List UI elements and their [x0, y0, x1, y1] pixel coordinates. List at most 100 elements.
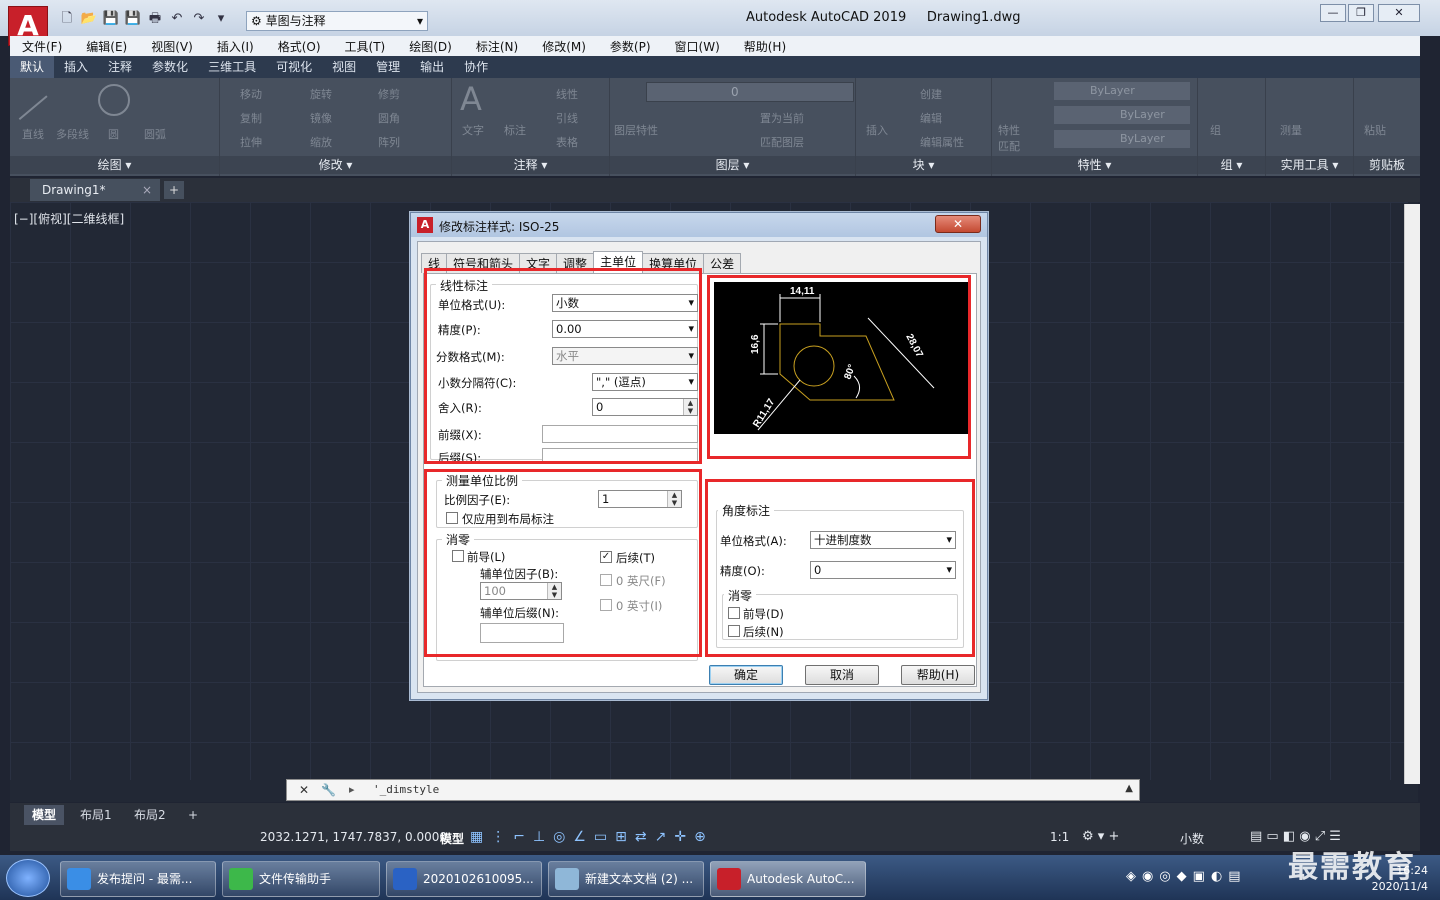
tool-insert[interactable]: 插入: [866, 122, 888, 138]
panel-label-properties[interactable]: 特性 ▾: [992, 156, 1197, 174]
tool-stretch[interactable]: 拉伸: [240, 134, 262, 150]
new-tab-button[interactable]: +: [164, 181, 184, 199]
ribbon-tab[interactable]: 三维工具: [198, 56, 266, 78]
panel-label-block[interactable]: 块 ▾: [856, 156, 991, 174]
panel-label-clipboard[interactable]: 剪贴板: [1354, 156, 1420, 174]
panel-label-modify[interactable]: 修改 ▾: [220, 156, 451, 174]
ribbon-tab[interactable]: 输出: [410, 56, 454, 78]
undo-icon[interactable]: ↶: [168, 10, 186, 28]
tool-text[interactable]: 文字: [462, 122, 484, 138]
dialog-close-button[interactable]: ✕: [935, 215, 981, 233]
minimize-button[interactable]: —: [1320, 4, 1346, 22]
open-icon[interactable]: 📂: [80, 10, 98, 28]
ribbon-tab[interactable]: 视图: [322, 56, 366, 78]
tab-model[interactable]: 模型: [24, 805, 65, 825]
linetype-select[interactable]: ByLayer: [1054, 106, 1190, 124]
chevron-up-icon[interactable]: ▲: [1125, 783, 1133, 794]
menu-item[interactable]: 标注(N): [464, 38, 530, 55]
tool-leader[interactable]: 引线: [556, 110, 578, 126]
close-icon[interactable]: ×: [142, 179, 152, 201]
close-button[interactable]: ✕: [1378, 4, 1420, 22]
ok-button[interactable]: 确定: [709, 665, 783, 685]
tool-create[interactable]: 创建: [920, 86, 942, 102]
new-icon[interactable]: 🗋: [58, 10, 76, 28]
tool-rotate[interactable]: 旋转: [310, 86, 332, 102]
chevron-down-icon[interactable]: ▾: [212, 10, 230, 28]
annotation-scale[interactable]: 1:1: [1050, 830, 1069, 844]
start-button[interactable]: [6, 859, 50, 897]
model-space-toggle[interactable]: 模型: [440, 830, 464, 847]
add-layout-button[interactable]: +: [180, 805, 206, 825]
tool-match-properties[interactable]: 特性匹配: [998, 122, 1022, 154]
menu-item[interactable]: 帮助(H): [732, 38, 798, 55]
ribbon-tab[interactable]: 参数化: [142, 56, 198, 78]
tool-layer-properties[interactable]: 图层特性: [614, 122, 658, 138]
tool-mirror[interactable]: 镜像: [310, 110, 332, 126]
panel-label-layers[interactable]: 图层 ▾: [610, 156, 855, 174]
wrench-icon[interactable]: 🔧: [321, 783, 336, 797]
panel-label-utilities[interactable]: 实用工具 ▾: [1266, 156, 1353, 174]
ribbon-tab[interactable]: 协作: [454, 56, 498, 78]
tool-arc[interactable]: 圆弧: [144, 126, 166, 142]
cancel-button[interactable]: 取消: [805, 665, 879, 685]
ribbon-tab[interactable]: 插入: [54, 56, 98, 78]
taskbar-item-notepad[interactable]: 新建文本文档 (2) ...: [548, 861, 704, 897]
ribbon-tab[interactable]: 管理: [366, 56, 410, 78]
tool-set-current[interactable]: 置为当前: [760, 110, 804, 126]
panel-label-annotation[interactable]: 注释 ▾: [452, 156, 609, 174]
tool-trim[interactable]: 修剪: [378, 86, 400, 102]
tool-group[interactable]: 组: [1210, 122, 1221, 138]
menu-item[interactable]: 窗口(W): [663, 38, 732, 55]
tool-match-layer[interactable]: 匹配图层: [760, 134, 804, 150]
system-tray-icons[interactable]: ◈◉◎◆▣◐▤: [1126, 869, 1247, 884]
tool-line[interactable]: 直线: [22, 126, 44, 142]
close-icon[interactable]: ✕: [299, 783, 309, 797]
plot-icon[interactable]: 🖶: [146, 10, 164, 28]
coordinates-readout[interactable]: 2032.1271, 1747.7837, 0.0000: [260, 830, 447, 844]
redo-icon[interactable]: ↷: [190, 10, 208, 28]
status-toggles[interactable]: ▦⋮⌐⊥◎∠▭⊞⇄↗✛⊕: [470, 829, 714, 845]
menu-item[interactable]: 修改(M): [530, 38, 598, 55]
menu-item[interactable]: 格式(O): [266, 38, 333, 55]
tool-polyline[interactable]: 多段线: [56, 126, 89, 142]
panel-label-draw[interactable]: 绘图 ▾: [10, 156, 219, 174]
tool-array[interactable]: 阵列: [378, 134, 400, 150]
vertical-scrollbar[interactable]: [1404, 204, 1420, 784]
gear-icon[interactable]: ⚙ ▾ +: [1082, 829, 1119, 844]
taskbar-item-word[interactable]: 2020102610095...: [386, 861, 542, 897]
ribbon-tab[interactable]: 注释: [98, 56, 142, 78]
tool-copy[interactable]: 复制: [240, 110, 262, 126]
menu-item[interactable]: 参数(P): [598, 38, 663, 55]
taskbar-item-browser[interactable]: 发布提问 - 最需...: [60, 861, 216, 897]
tool-scale[interactable]: 缩放: [310, 134, 332, 150]
maximize-button[interactable]: ❐: [1348, 4, 1374, 22]
menu-item[interactable]: 工具(T): [333, 38, 398, 55]
help-button[interactable]: 帮助(H): [901, 665, 975, 685]
tool-table[interactable]: 表格: [556, 134, 578, 150]
tool-measure[interactable]: 测量: [1280, 122, 1302, 138]
doc-tab-drawing1[interactable]: Drawing1* ×: [30, 179, 160, 201]
tab-layout1[interactable]: 布局1: [72, 805, 120, 825]
menu-item[interactable]: 编辑(E): [74, 38, 139, 55]
ribbon-tab[interactable]: 可视化: [266, 56, 322, 78]
menu-item[interactable]: 插入(I): [205, 38, 266, 55]
tool-paste[interactable]: 粘贴: [1364, 122, 1386, 138]
tool-linear[interactable]: 线性: [556, 86, 578, 102]
tool-circle[interactable]: 圆: [108, 126, 119, 142]
viewport-controls[interactable]: [−][俯视][二维线框]: [14, 210, 124, 227]
color-select[interactable]: ByLayer: [1054, 82, 1190, 100]
units-select[interactable]: 小数: [1180, 830, 1204, 847]
tool-edit-attributes[interactable]: 编辑属性: [920, 134, 964, 150]
menu-item[interactable]: 文件(F): [10, 38, 74, 55]
menu-item[interactable]: 视图(V): [139, 38, 205, 55]
lineweight-select[interactable]: ByLayer: [1054, 130, 1190, 148]
menu-item[interactable]: 绘图(D): [397, 38, 464, 55]
save-icon[interactable]: 💾: [102, 10, 120, 28]
workspace-select[interactable]: ⚙ 草图与注释 ▾: [246, 11, 428, 31]
tab-layout2[interactable]: 布局2: [126, 805, 174, 825]
panel-label-groups[interactable]: 组 ▾: [1198, 156, 1265, 174]
command-line[interactable]: ✕ 🔧 ▸ '_dimstyle ▲: [286, 779, 1140, 801]
taskbar-item-wechat[interactable]: 文件传输助手: [222, 861, 380, 897]
tool-dimension[interactable]: 标注: [504, 122, 526, 138]
dialog-tab[interactable]: 公差: [703, 253, 742, 273]
